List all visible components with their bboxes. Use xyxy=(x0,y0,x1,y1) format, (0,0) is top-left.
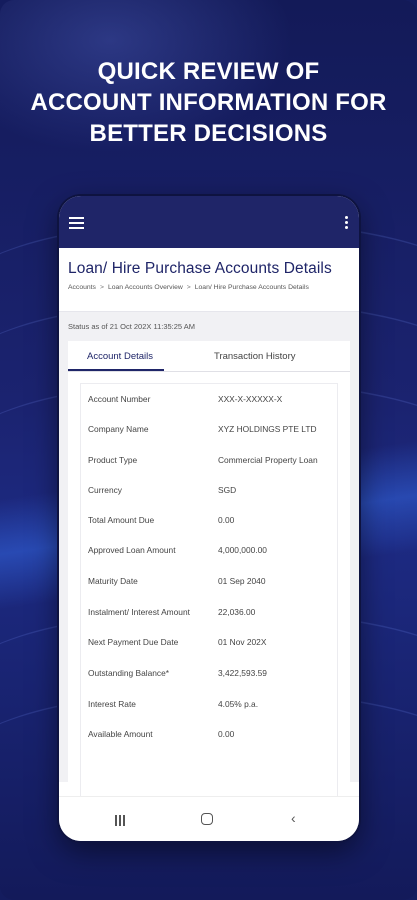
status-timestamp: Status as of 21 Oct 202X 11:35:25 AM xyxy=(68,322,196,331)
detail-row-available-amount: Available Amount 0.00 xyxy=(88,729,337,743)
phone-screen: Loan/ Hire Purchase Accounts Details Acc… xyxy=(59,196,359,841)
detail-label: Company Name xyxy=(88,424,149,434)
headline-line-2: ACCOUNT INFORMATION FOR xyxy=(30,89,387,116)
account-details-list: Account Number XXX-X-XXXXX-X Company Nam… xyxy=(80,383,338,797)
detail-row-interest-rate: Interest Rate 4.05% p.a. xyxy=(88,699,337,713)
detail-value: 22,036.00 xyxy=(218,607,256,617)
detail-row-currency: Currency SGD xyxy=(88,485,337,499)
back-icon[interactable]: ‹ xyxy=(291,811,296,825)
details-card: Account Details Transaction History Acco… xyxy=(68,341,350,797)
headline-line-1: QUICK REVIEW OF xyxy=(97,58,320,85)
detail-label: Maturity Date xyxy=(88,576,138,586)
detail-value: Commercial Property Loan xyxy=(218,455,318,465)
detail-row-total-amount-due: Total Amount Due 0.00 xyxy=(88,515,337,529)
detail-row-product-type: Product Type Commercial Property Loan xyxy=(88,455,337,469)
detail-row-maturity-date: Maturity Date 01 Sep 2040 xyxy=(88,576,337,590)
detail-row-company-name: Company Name XYZ HOLDINGS PTE LTD xyxy=(88,424,337,438)
breadcrumb-separator: > xyxy=(186,284,191,291)
breadcrumb: Accounts > Loan Accounts Overview > Loan/ Hi… xyxy=(68,284,350,291)
detail-value: 01 Sep 2040 xyxy=(218,576,266,586)
recent-apps-icon[interactable] xyxy=(115,813,127,826)
promo-headline: QUICK REVIEW OF ACCOUNT INFORMATION FOR … xyxy=(0,56,417,149)
detail-value: 4,000,000.00 xyxy=(218,545,267,555)
detail-value: 0.00 xyxy=(218,515,235,525)
active-tab-indicator xyxy=(68,369,164,371)
detail-row-next-payment-due-date: Next Payment Due Date 01 Nov 202X xyxy=(88,637,337,651)
detail-value: 4.05% p.a. xyxy=(218,699,259,709)
detail-label: Next Payment Due Date xyxy=(88,637,179,647)
app-bar xyxy=(59,196,359,248)
detail-label: Available Amount xyxy=(88,729,153,739)
detail-label: Product Type xyxy=(88,455,138,465)
home-icon[interactable] xyxy=(201,813,213,825)
detail-value: SGD xyxy=(218,485,237,495)
detail-value: 0.00 xyxy=(218,729,235,739)
breadcrumb-item-loan-accounts-overview[interactable]: Loan Accounts Overview xyxy=(108,284,183,291)
breadcrumb-separator: > xyxy=(99,284,104,291)
detail-value: 3,422,593.59 xyxy=(218,668,267,678)
detail-value: 01 Nov 202X xyxy=(218,637,267,647)
detail-label: Outstanding Balance* xyxy=(88,668,170,678)
detail-row-instalment-interest-amount: Instalment/ Interest Amount 22,036.00 xyxy=(88,607,337,621)
breadcrumb-item-accounts[interactable]: Accounts xyxy=(68,284,96,291)
detail-label: Instalment/ Interest Amount xyxy=(88,607,190,617)
tab-account-details[interactable]: Account Details xyxy=(87,351,153,362)
breadcrumb-item-current: Loan/ Hire Purchase Accounts Details xyxy=(194,284,309,291)
page-header: Loan/ Hire Purchase Accounts Details Acc… xyxy=(59,248,359,312)
detail-row-account-number: Account Number XXX-X-XXXXX-X xyxy=(88,394,337,408)
detail-row-outstanding-balance: Outstanding Balance* 3,422,593.59 xyxy=(88,668,337,682)
detail-label: Total Amount Due xyxy=(88,515,155,525)
tab-bar: Account Details Transaction History xyxy=(68,341,350,372)
more-vertical-icon[interactable] xyxy=(345,216,349,230)
detail-row-approved-loan-amount: Approved Loan Amount 4,000,000.00 xyxy=(88,545,337,559)
detail-label: Interest Rate xyxy=(88,699,136,709)
headline-line-3: BETTER DECISIONS xyxy=(89,120,328,147)
detail-label: Currency xyxy=(88,485,122,495)
detail-value: XXX-X-XXXXX-X xyxy=(218,394,283,404)
detail-value: XYZ HOLDINGS PTE LTD xyxy=(218,424,317,434)
hamburger-icon[interactable] xyxy=(69,217,84,229)
page-title: Loan/ Hire Purchase Accounts Details xyxy=(68,260,332,277)
detail-label: Approved Loan Amount xyxy=(88,545,176,555)
android-navigation-bar: ‹ xyxy=(59,796,359,841)
detail-label: Account Number xyxy=(88,394,151,404)
tab-transaction-history[interactable]: Transaction History xyxy=(214,351,295,362)
